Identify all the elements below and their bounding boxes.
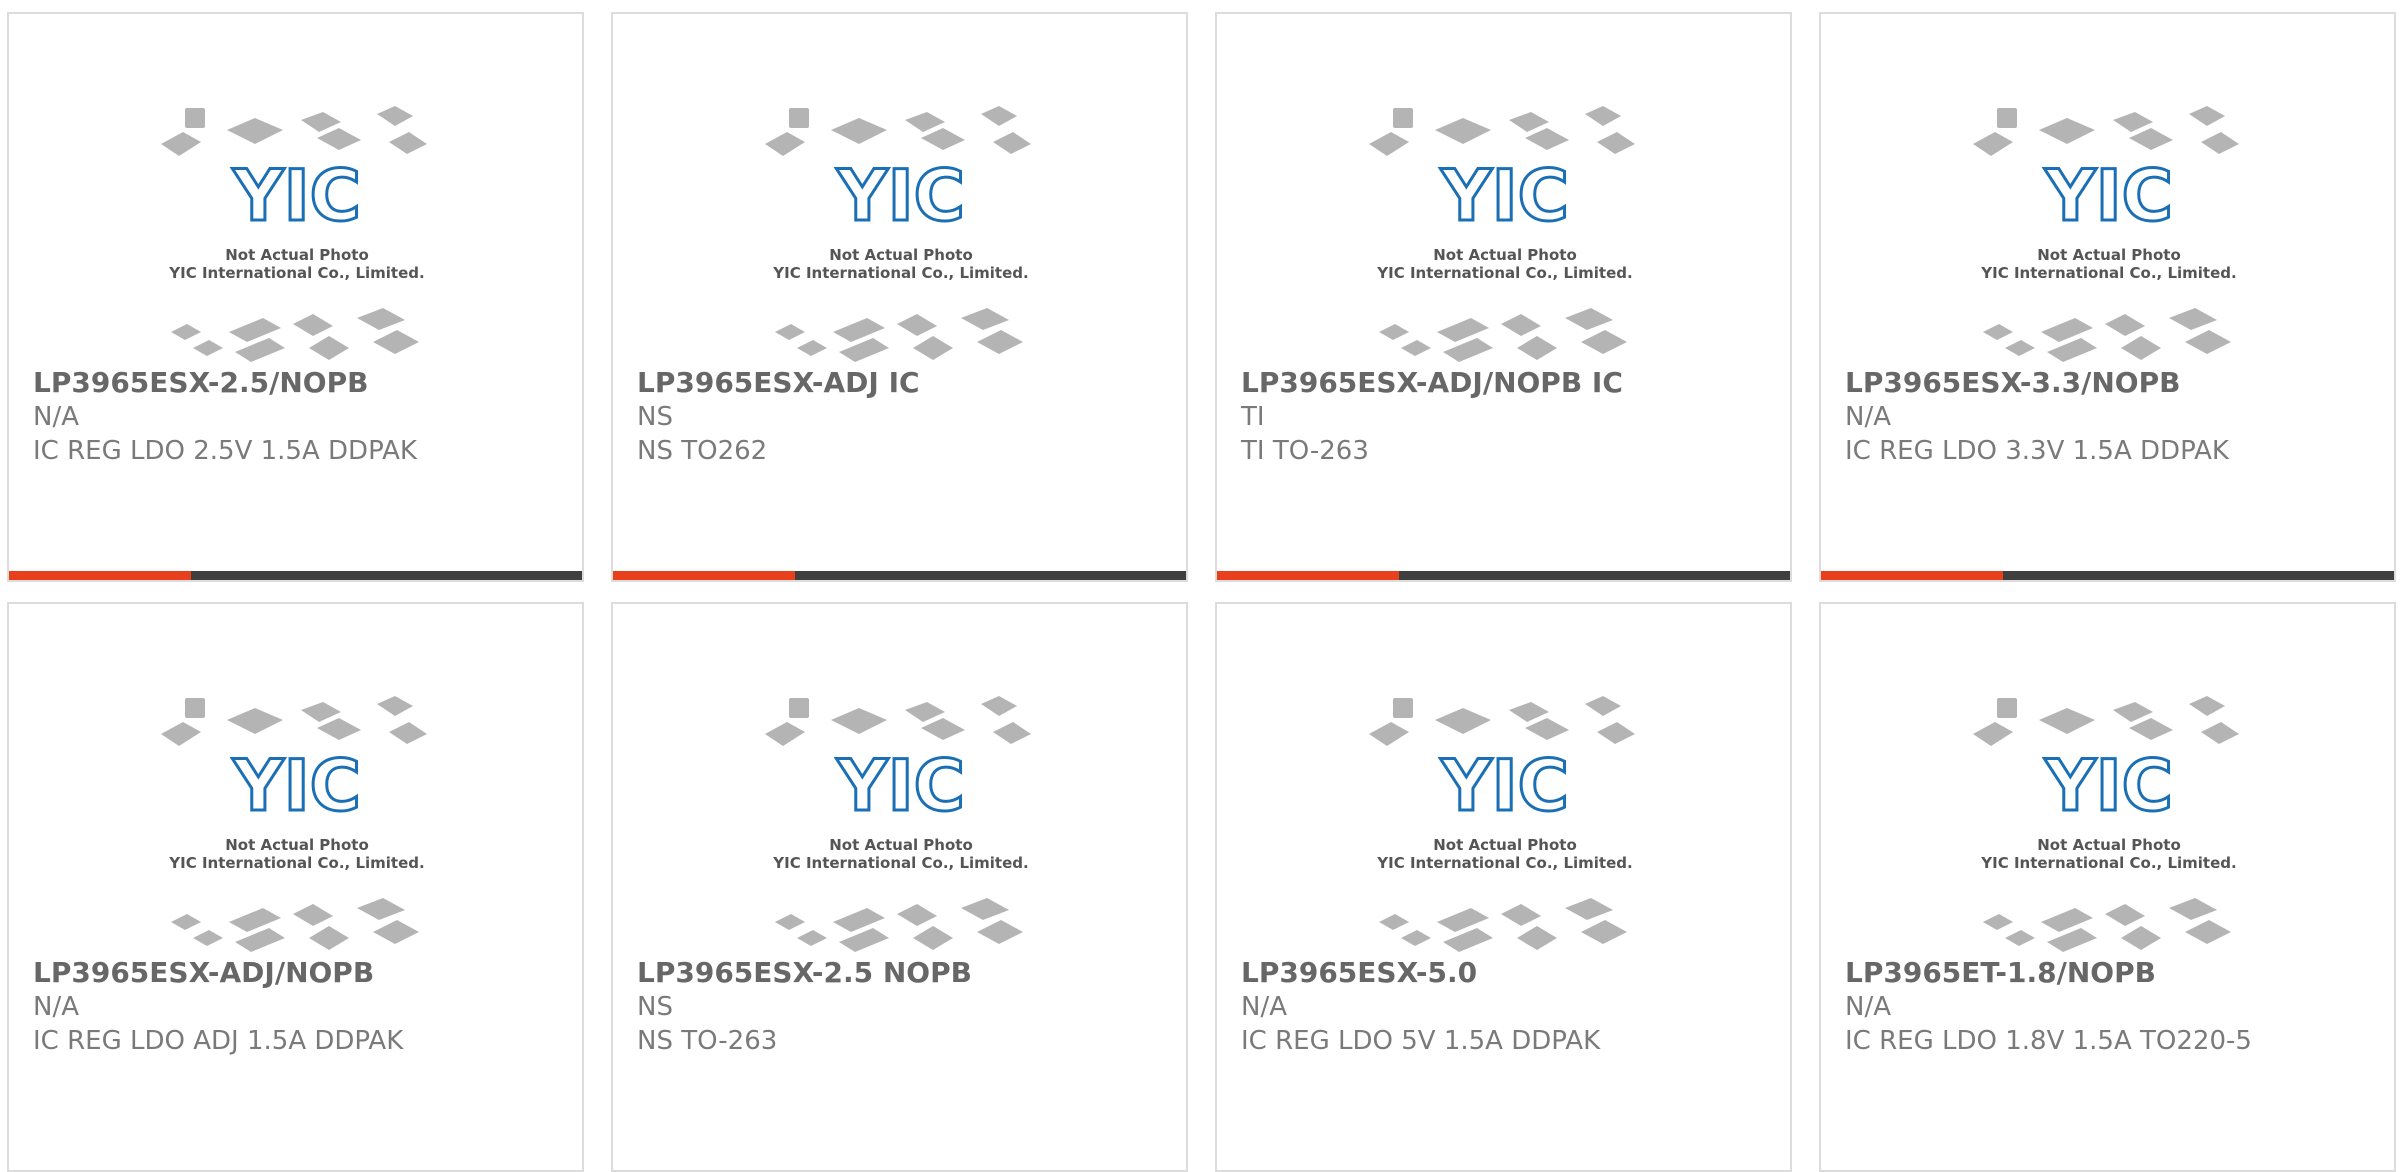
card-footer-bar [1821,571,2394,580]
card-accent-bar [613,571,795,580]
yic-logo: YIC [2044,745,2173,827]
product-card[interactable]: YIC Not Actual Photo YIC International C… [7,12,584,582]
svg-text:Not Actual Photo: Not Actual Photo [829,246,973,264]
product-grid: YIC Not Actual Photo YIC International C… [0,0,2400,1172]
chip-packages-icon: YIC Not Actual Photo YIC International C… [1973,696,2239,952]
svg-text:YIC International Co., Limited: YIC International Co., Limited. [1980,854,2236,872]
product-part-number[interactable]: LP3965ET-1.8/NOPB [1845,956,2156,989]
svg-text:YIC International Co., Limited: YIC International Co., Limited. [1376,264,1632,282]
card-accent-bar [1217,571,1399,580]
card-accent-bar [9,571,191,580]
chip-packages-icon: YIC Not Actual Photo YIC International C… [765,106,1031,362]
product-card[interactable]: YIC Not Actual Photo YIC International C… [1215,12,1792,582]
product-card[interactable]: YIC Not Actual Photo YIC International C… [1819,12,2396,582]
product-placeholder-image[interactable]: YIC Not Actual Photo YIC International C… [1365,102,1645,362]
yic-logo: YIC [836,745,965,827]
chip-packages-icon: YIC Not Actual Photo YIC International C… [1973,106,2239,362]
svg-text:YIC International Co., Limited: YIC International Co., Limited. [1980,264,2236,282]
product-card[interactable]: YIC Not Actual Photo YIC International C… [611,12,1188,582]
product-description: IC REG LDO ADJ 1.5A DDPAK [33,1026,404,1056]
product-card[interactable]: YIC Not Actual Photo YIC International C… [1215,602,1792,1172]
product-card[interactable]: YIC Not Actual Photo YIC International C… [7,602,584,1172]
product-manufacturer: N/A [1241,992,1287,1022]
card-footer-bar [1217,571,1790,580]
svg-text:YIC International Co., Limited: YIC International Co., Limited. [772,264,1028,282]
chip-packages-icon: YIC Not Actual Photo YIC International C… [765,696,1031,952]
product-placeholder-image[interactable]: YIC Not Actual Photo YIC International C… [1365,692,1645,952]
product-placeholder-image[interactable]: YIC Not Actual Photo YIC International C… [157,102,437,362]
product-placeholder-image[interactable]: YIC Not Actual Photo YIC International C… [157,692,437,952]
product-part-number[interactable]: LP3965ESX-2.5/NOPB [33,366,368,399]
product-placeholder-image[interactable]: YIC Not Actual Photo YIC International C… [1969,102,2249,362]
product-description: IC REG LDO 1.8V 1.5A TO220-5 [1845,1026,2252,1056]
svg-text:YIC International Co., Limited: YIC International Co., Limited. [772,854,1028,872]
svg-text:Not Actual Photo: Not Actual Photo [1433,836,1577,854]
product-description: IC REG LDO 5V 1.5A DDPAK [1241,1026,1601,1056]
chip-packages-icon: YIC Not Actual Photo YIC International C… [161,696,427,952]
chip-packages-icon: YIC Not Actual Photo YIC International C… [1369,106,1635,362]
chip-packages-icon: YIC Not Actual Photo YIC International C… [1369,696,1635,952]
product-placeholder-image[interactable]: YIC Not Actual Photo YIC International C… [1969,692,2249,952]
product-part-number[interactable]: LP3965ESX-3.3/NOPB [1845,366,2180,399]
product-manufacturer: NS [637,992,673,1022]
product-manufacturer: TI [1241,402,1265,432]
product-manufacturer: N/A [33,992,79,1022]
yic-logo: YIC [2044,155,2173,237]
svg-text:Not Actual Photo: Not Actual Photo [1433,246,1577,264]
svg-text:YIC International Co., Limited: YIC International Co., Limited. [168,264,424,282]
product-part-number[interactable]: LP3965ESX-ADJ/NOPB IC [1241,366,1623,399]
product-description: IC REG LDO 3.3V 1.5A DDPAK [1845,436,2229,466]
product-part-number[interactable]: LP3965ESX-ADJ/NOPB [33,956,374,989]
svg-text:Not Actual Photo: Not Actual Photo [2037,836,2181,854]
product-part-number[interactable]: LP3965ESX-2.5 NOPB [637,956,972,989]
svg-text:YIC International Co., Limited: YIC International Co., Limited. [1376,854,1632,872]
svg-text:Not Actual Photo: Not Actual Photo [225,246,369,264]
product-description: IC REG LDO 2.5V 1.5A DDPAK [33,436,417,466]
product-card[interactable]: YIC Not Actual Photo YIC International C… [611,602,1188,1172]
yic-logo: YIC [232,745,361,827]
product-manufacturer: NS [637,402,673,432]
yic-logo: YIC [836,155,965,237]
svg-text:Not Actual Photo: Not Actual Photo [829,836,973,854]
product-description: NS TO-263 [637,1026,778,1056]
product-manufacturer: N/A [1845,402,1891,432]
chip-packages-icon: YIC Not Actual Photo YIC International C… [161,106,427,362]
product-description: TI TO-263 [1241,436,1369,466]
yic-logo: YIC [232,155,361,237]
product-manufacturer: N/A [1845,992,1891,1022]
product-part-number[interactable]: LP3965ESX-ADJ IC [637,366,920,399]
card-footer-bar [9,571,582,580]
product-card[interactable]: YIC Not Actual Photo YIC International C… [1819,602,2396,1172]
svg-text:Not Actual Photo: Not Actual Photo [2037,246,2181,264]
card-accent-bar [1821,571,2003,580]
card-footer-bar [613,571,1186,580]
yic-logo: YIC [1440,745,1569,827]
product-part-number[interactable]: LP3965ESX-5.0 [1241,956,1477,989]
svg-text:Not Actual Photo: Not Actual Photo [225,836,369,854]
product-description: NS TO262 [637,436,768,466]
yic-logo: YIC [1440,155,1569,237]
product-manufacturer: N/A [33,402,79,432]
product-placeholder-image[interactable]: YIC Not Actual Photo YIC International C… [761,102,1041,362]
product-placeholder-image[interactable]: YIC Not Actual Photo YIC International C… [761,692,1041,952]
svg-text:YIC International Co., Limited: YIC International Co., Limited. [168,854,424,872]
